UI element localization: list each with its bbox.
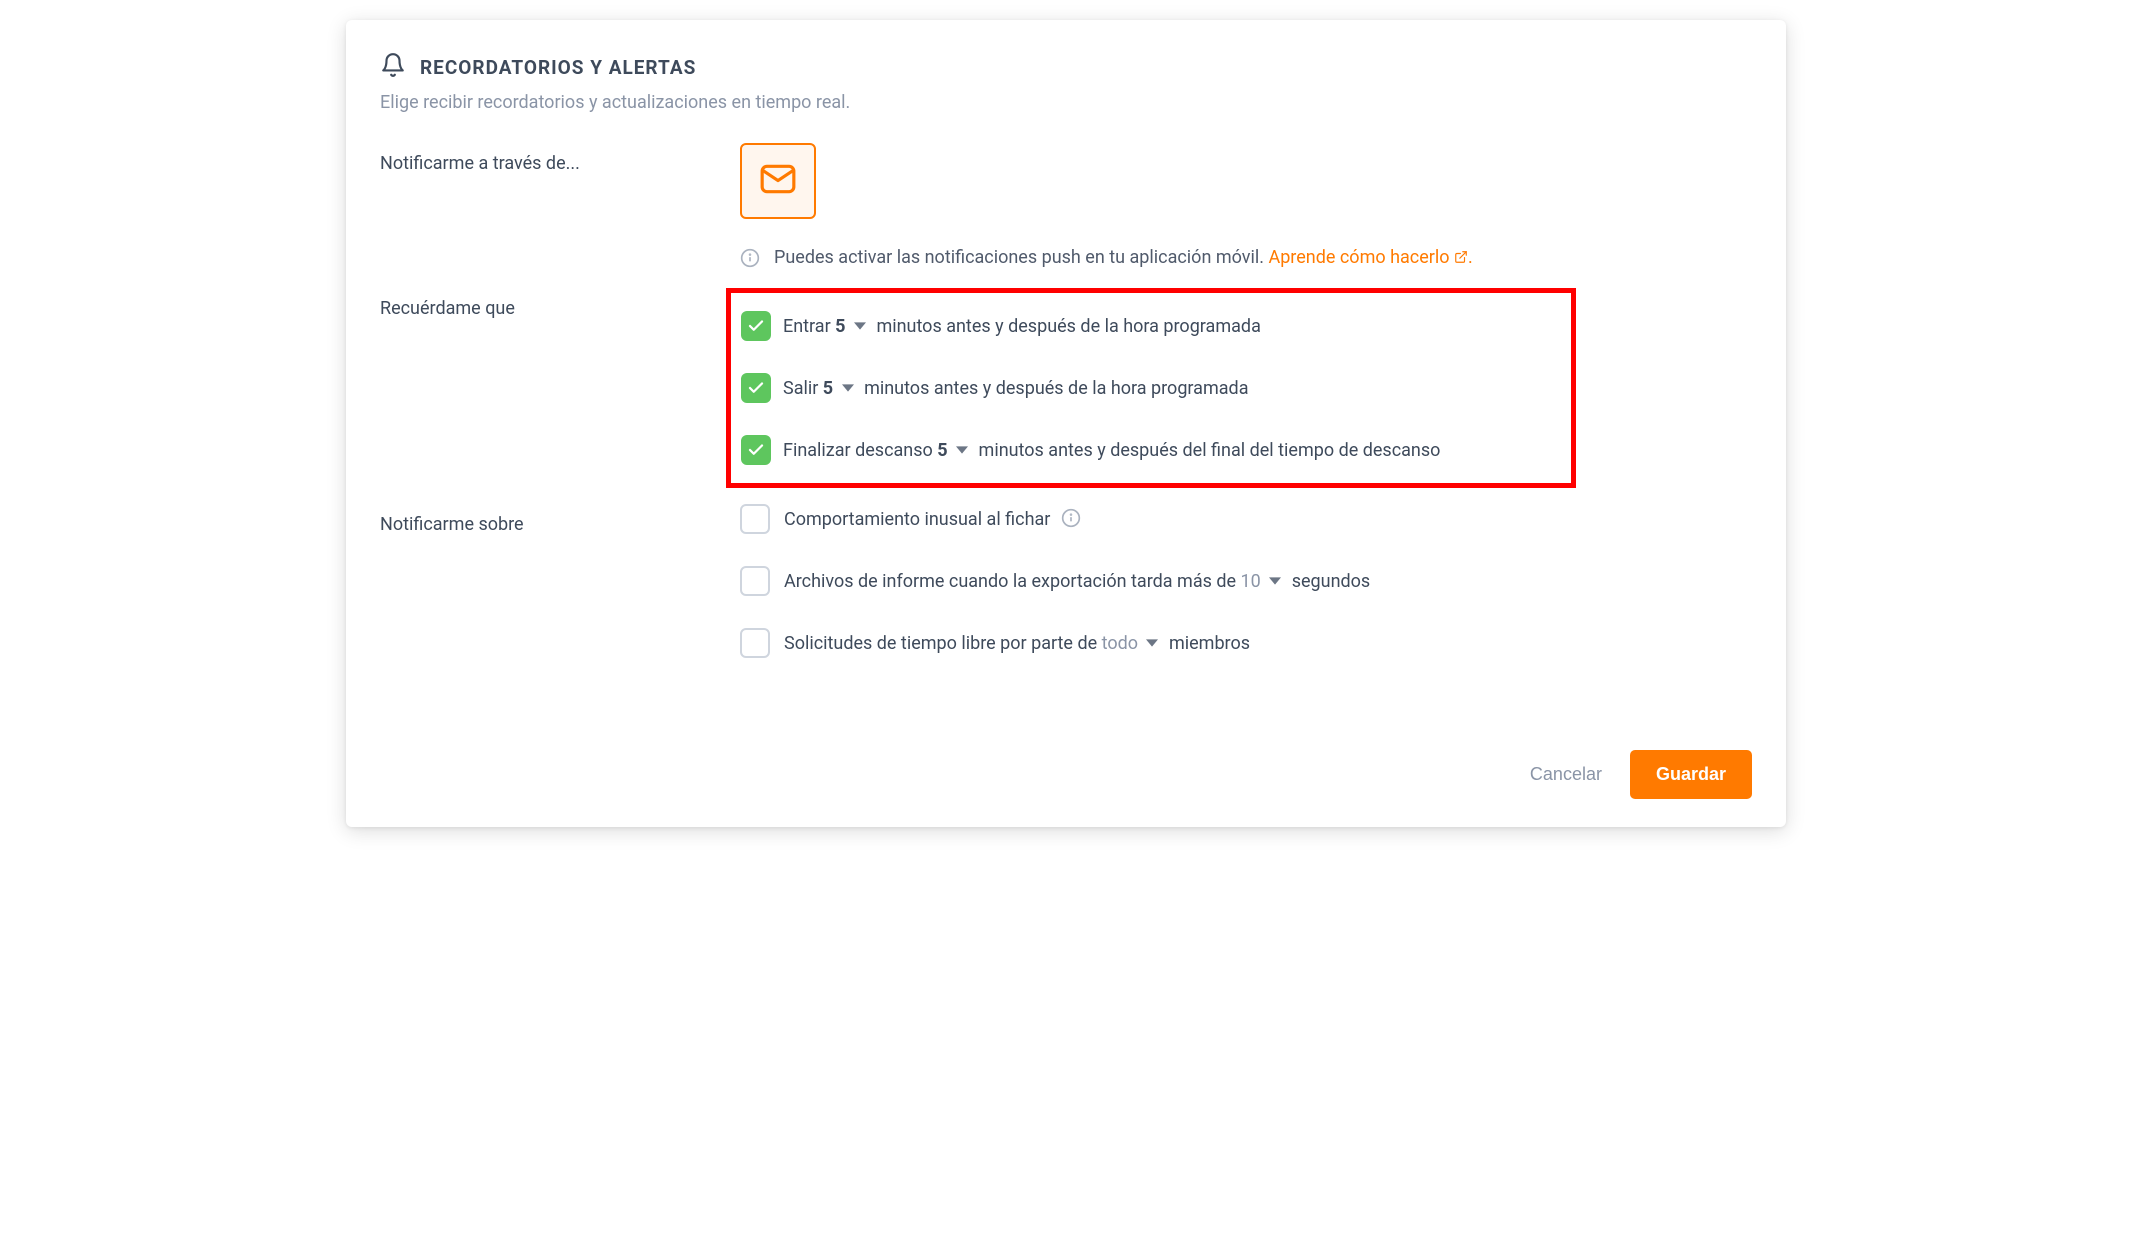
chevron-down-icon[interactable]: [956, 444, 970, 456]
report-files-prefix: Archivos de informe cuando la exportació…: [784, 571, 1241, 592]
notify-about-row: Notificarme sobre Comportamiento inusual…: [380, 504, 1752, 690]
cancel-button[interactable]: Cancelar: [1530, 764, 1602, 785]
remind-clock-out-suffix: minutos antes y después de la hora progr…: [864, 378, 1248, 399]
unusual-clocking-checkbox[interactable]: [740, 504, 770, 534]
footer: Cancelar Guardar: [380, 750, 1752, 799]
remind-clock-in-prefix: Entrar: [783, 316, 835, 337]
remind-label: Recuérdame que: [380, 288, 740, 319]
notify-about-label: Notificarme sobre: [380, 504, 740, 535]
chevron-down-icon[interactable]: [1269, 575, 1283, 587]
timeoff-requests-suffix: miembros: [1169, 633, 1250, 654]
timeoff-requests-row: Solicitudes de tiempo libre por parte de…: [740, 628, 1752, 658]
remind-clock-out-checkbox[interactable]: [741, 373, 771, 403]
push-info-row: Puedes activar las notificaciones push e…: [740, 247, 1752, 268]
section-subtitle: Elige recibir recordatorios y actualizac…: [380, 92, 1752, 113]
save-button[interactable]: Guardar: [1630, 750, 1752, 799]
timeoff-requests-checkbox[interactable]: [740, 628, 770, 658]
remind-end-break-suffix: minutos antes y después del final del ti…: [979, 440, 1441, 461]
highlight-box: Entrar 5 minutos antes y después de la h…: [726, 288, 1576, 488]
report-files-value[interactable]: 10: [1241, 571, 1261, 592]
remind-end-break-row: Finalizar descanso 5 minutos antes y des…: [741, 435, 1557, 465]
remind-clock-out-value[interactable]: 5: [823, 378, 833, 399]
remind-end-break-value[interactable]: 5: [937, 440, 947, 461]
timeoff-requests-prefix: Solicitudes de tiempo libre por parte de: [784, 633, 1102, 654]
chevron-down-icon[interactable]: [842, 382, 856, 394]
notify-via-row: Notificarme a través de... Puedes activa…: [380, 143, 1752, 288]
chevron-down-icon[interactable]: [854, 320, 868, 332]
bell-icon: [380, 52, 406, 82]
mail-icon: [759, 160, 797, 202]
remind-row: Recuérdame que Entrar 5 minutos antes y …: [380, 288, 1752, 488]
external-link-icon: [1454, 250, 1468, 264]
settings-card: RECORDATORIOS Y ALERTAS Elige recibir re…: [346, 20, 1786, 827]
remind-clock-in-value[interactable]: 5: [835, 316, 845, 337]
report-files-row: Archivos de informe cuando la exportació…: [740, 566, 1752, 596]
remind-clock-in-checkbox[interactable]: [741, 311, 771, 341]
remind-clock-in-suffix: minutos antes y después de la hora progr…: [876, 316, 1260, 337]
timeoff-requests-value[interactable]: todo: [1102, 633, 1138, 654]
info-icon: [740, 248, 760, 268]
section-title: RECORDATORIOS Y ALERTAS: [420, 56, 696, 79]
info-icon[interactable]: [1061, 508, 1081, 528]
learn-how-link[interactable]: Aprende cómo hacerlo .: [1268, 247, 1472, 268]
notify-via-label: Notificarme a través de...: [380, 143, 740, 174]
push-info-text: Puedes activar las notificaciones push e…: [774, 247, 1268, 268]
chevron-down-icon[interactable]: [1146, 637, 1160, 649]
remind-end-break-checkbox[interactable]: [741, 435, 771, 465]
section-header: RECORDATORIOS Y ALERTAS: [380, 52, 1752, 82]
remind-end-break-prefix: Finalizar descanso: [783, 440, 937, 461]
remind-clock-out-row: Salir 5 minutos antes y después de la ho…: [741, 373, 1557, 403]
remind-clock-out-prefix: Salir: [783, 378, 823, 399]
email-channel-button[interactable]: [740, 143, 816, 219]
report-files-checkbox[interactable]: [740, 566, 770, 596]
remind-clock-in-row: Entrar 5 minutos antes y después de la h…: [741, 311, 1557, 341]
unusual-clocking-row: Comportamiento inusual al fichar: [740, 504, 1752, 534]
report-files-suffix: segundos: [1292, 571, 1371, 592]
unusual-clocking-text: Comportamiento inusual al fichar: [784, 509, 1050, 530]
